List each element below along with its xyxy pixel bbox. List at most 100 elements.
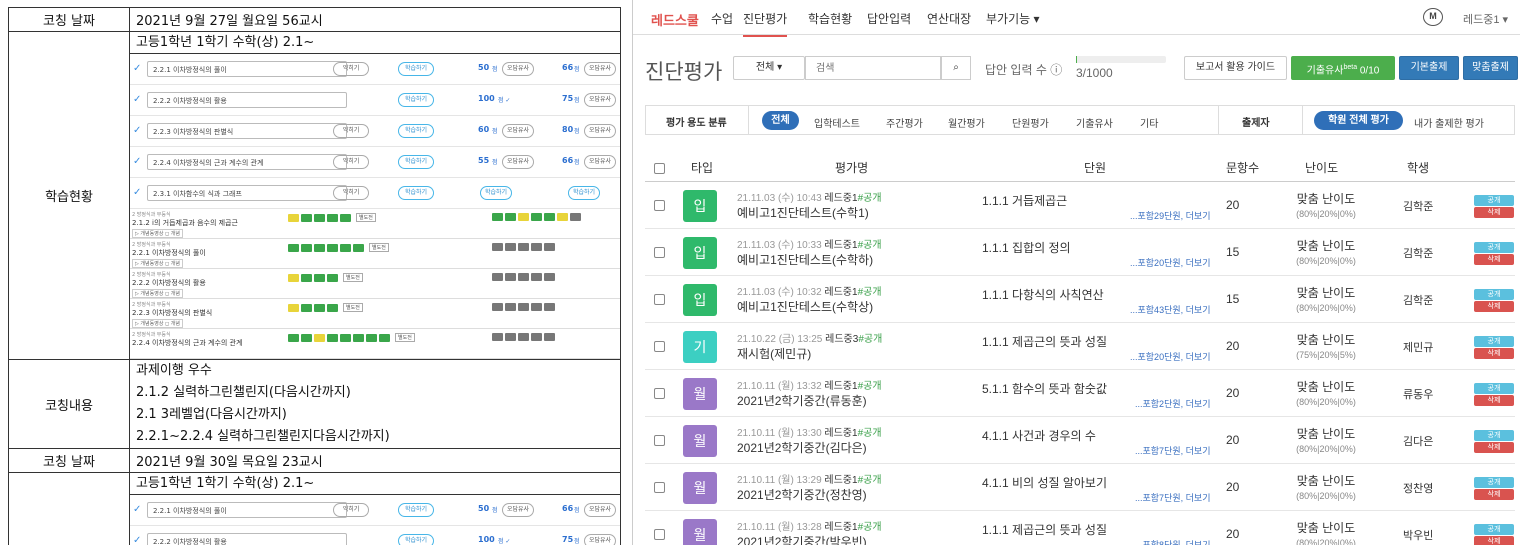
filter-weekly[interactable]: 주간평가 — [886, 115, 923, 130]
learning-item-name[interactable]: 2.2.2 이차방정식의 활용 — [147, 533, 347, 545]
select-all-checkbox[interactable] — [654, 163, 665, 174]
star-challenge-tag[interactable]: 별도전 — [369, 243, 389, 252]
wrong-similar-button-2[interactable]: 학습하기 — [568, 186, 600, 200]
nav-answer-input[interactable]: 답안입력 — [867, 10, 911, 27]
search-input[interactable] — [805, 56, 941, 80]
delete-button[interactable]: 삭제 — [1474, 348, 1514, 359]
more-units-link[interactable]: ...포함7단원, 더보기 — [1135, 444, 1210, 457]
concept-video-button[interactable]: ▷ 개념동영상 ◻ 개념 — [132, 289, 183, 298]
category-dropdown[interactable]: 전체 ▾ — [733, 56, 805, 80]
star-challenge-tag[interactable]: 별도전 — [356, 213, 376, 222]
table-row[interactable]: 입 21.11.03 (수) 10:43 레드중1#공개 예비고1진단테스트(수학1… — [645, 182, 1515, 229]
more-units-link[interactable]: ...포함43단원, 더보기 — [1130, 303, 1210, 316]
exam-name[interactable]: 2021년2학기중간(김다은) — [737, 439, 867, 456]
star-challenge-tag[interactable]: 별도전 — [343, 273, 363, 282]
study-button[interactable]: 학습하기 — [398, 503, 434, 517]
filter-past-similar[interactable]: 기출유사 — [1076, 115, 1113, 130]
nav-calc-ledger[interactable]: 연산대장 — [927, 10, 971, 27]
public-button[interactable]: 공개 — [1474, 336, 1514, 347]
row-checkbox[interactable] — [654, 294, 665, 305]
exam-name[interactable]: 2021년2학기중간(박우빈) — [737, 533, 867, 545]
wrong-similar-button-1[interactable]: 오답유사 — [502, 62, 534, 76]
row-checkbox[interactable] — [654, 200, 665, 211]
practice-button[interactable]: 익히기 — [333, 186, 369, 200]
practice-button[interactable]: 익히기 — [333, 155, 369, 169]
exam-name[interactable]: 예비고1진단테스트(수학상) — [737, 298, 873, 315]
more-units-link[interactable]: ...포함2단원, 더보기 — [1135, 397, 1210, 410]
concept-video-button[interactable]: ▷ 개념동영상 ◻ 개념 — [132, 319, 183, 328]
public-button[interactable]: 공개 — [1474, 477, 1514, 488]
report-guide-button[interactable]: 보고서 활용 가이드 — [1184, 56, 1287, 80]
filter-mine[interactable]: 내가 출제한 평가 — [1414, 115, 1484, 130]
delete-button[interactable]: 삭제 — [1474, 489, 1514, 500]
wrong-similar-button-2[interactable]: 오답유사 — [584, 155, 616, 169]
concept-video-button[interactable]: ▷ 개념동영상 ◻ 개념 — [132, 259, 183, 268]
wrong-similar-button-1[interactable]: 오답유사 — [502, 155, 534, 169]
row-checkbox[interactable] — [654, 341, 665, 352]
wrong-similar-button-1[interactable]: 오답유사 — [502, 124, 534, 138]
learning-item-name[interactable]: 2.2.3 이차방정식의 판별식 — [147, 123, 347, 139]
wrong-similar-button-2[interactable]: 오답유사 — [584, 124, 616, 138]
delete-button[interactable]: 삭제 — [1474, 442, 1514, 453]
table-row[interactable]: 월 21.10.11 (월) 13:29 레드중1#공개 2021년2학기중간(정찬… — [645, 464, 1515, 511]
practice-button[interactable]: 익히기 — [333, 62, 369, 76]
more-units-link[interactable]: ...포함20단원, 더보기 — [1130, 350, 1210, 363]
learning-item-name[interactable]: 2.2.1 이차방정식의 풀이 — [147, 61, 347, 77]
basic-exam-button[interactable]: 기본출제 — [1399, 56, 1459, 80]
table-row[interactable]: 기 21.10.22 (금) 13:25 레드중3#공개 재시험(제민규) 1.1.1… — [645, 323, 1515, 370]
wrong-similar-button-2[interactable]: 오답유사 — [584, 503, 616, 517]
practice-button[interactable]: 익히기 — [333, 503, 369, 517]
wrong-similar-button-2[interactable]: 오답유사 — [584, 534, 616, 545]
study-button[interactable]: 학습하기 — [398, 155, 434, 169]
practice-button[interactable]: 익히기 — [333, 124, 369, 138]
learning-item-name[interactable]: 2.2.2 이차방정식의 활용 — [147, 92, 347, 108]
row-checkbox[interactable] — [654, 388, 665, 399]
filter-other[interactable]: 기타 — [1140, 115, 1158, 130]
learning-item-name[interactable]: 2.3.1 이차함수의 식과 그래프 — [147, 185, 347, 201]
row-checkbox[interactable] — [654, 435, 665, 446]
table-row[interactable]: 월 21.10.11 (월) 13:30 레드중1#공개 2021년2학기중간(김다… — [645, 417, 1515, 464]
user-menu[interactable]: 레드중1 ▾ — [1463, 11, 1508, 27]
wrong-similar-button-2[interactable]: 오답유사 — [584, 93, 616, 107]
filter-unit[interactable]: 단원평가 — [1012, 115, 1049, 130]
more-units-link[interactable]: ...포함20단원, 더보기 — [1130, 256, 1210, 269]
filter-entrance[interactable]: 입학테스트 — [814, 115, 860, 130]
wrong-similar-button-1[interactable]: 오답유사 — [502, 503, 534, 517]
custom-exam-button[interactable]: 맞춤출제 — [1463, 56, 1518, 80]
public-button[interactable]: 공개 — [1474, 242, 1514, 253]
exam-name[interactable]: 2021년2학기중간(정찬영) — [737, 486, 867, 503]
public-button[interactable]: 공개 — [1474, 430, 1514, 441]
public-button[interactable]: 공개 — [1474, 524, 1514, 535]
row-checkbox[interactable] — [654, 482, 665, 493]
study-button[interactable]: 학습하기 — [398, 62, 434, 76]
delete-button[interactable]: 삭제 — [1474, 536, 1514, 545]
public-button[interactable]: 공개 — [1474, 195, 1514, 206]
table-row[interactable]: 월 21.10.11 (월) 13:28 레드중1#공개 2021년2학기중간(박우… — [645, 511, 1515, 545]
wrong-similar-button-2[interactable]: 오답유사 — [584, 62, 616, 76]
filter-academy-selected[interactable]: 학원 전체 평가 — [1314, 111, 1403, 130]
similar-exam-button[interactable]: 기출유사beta 0/10 — [1291, 56, 1395, 80]
study-button[interactable]: 학습하기 — [398, 534, 434, 545]
filter-monthly[interactable]: 월간평가 — [948, 115, 985, 130]
filter-all-selected[interactable]: 전체 — [762, 111, 799, 130]
messenger-icon[interactable]: M — [1423, 8, 1443, 26]
table-row[interactable]: 입 21.11.03 (수) 10:33 레드중1#공개 예비고1진단테스트(수학하… — [645, 229, 1515, 276]
brand-logo[interactable]: 레드스쿨 — [651, 10, 699, 29]
more-units-link[interactable]: ...포함7단원, 더보기 — [1135, 491, 1210, 504]
study-button[interactable]: 학습하기 — [398, 186, 434, 200]
nav-diagnosis[interactable]: 진단평가 — [743, 10, 788, 37]
star-challenge-tag[interactable]: 별도전 — [395, 333, 415, 342]
delete-button[interactable]: 삭제 — [1474, 254, 1514, 265]
exam-name[interactable]: 2021년2학기중간(류동훈) — [737, 392, 867, 409]
concept-video-button[interactable]: ▷ 개념동영상 ◻ 개념 — [132, 229, 183, 238]
learning-item-name[interactable]: 2.2.1 이차방정식의 풀이 — [147, 502, 347, 518]
search-button[interactable]: ⌕ — [941, 56, 971, 80]
exam-name[interactable]: 예비고1진단테스트(수학1) — [737, 204, 869, 221]
delete-button[interactable]: 삭제 — [1474, 207, 1514, 218]
study-button[interactable]: 학습하기 — [398, 124, 434, 138]
learning-item-name[interactable]: 2.2.4 이차방정식의 근과 계수의 관계 — [147, 154, 347, 170]
delete-button[interactable]: 삭제 — [1474, 301, 1514, 312]
public-button[interactable]: 공개 — [1474, 289, 1514, 300]
delete-button[interactable]: 삭제 — [1474, 395, 1514, 406]
more-units-link[interactable]: ...포함8단원, 더보기 — [1135, 538, 1210, 545]
